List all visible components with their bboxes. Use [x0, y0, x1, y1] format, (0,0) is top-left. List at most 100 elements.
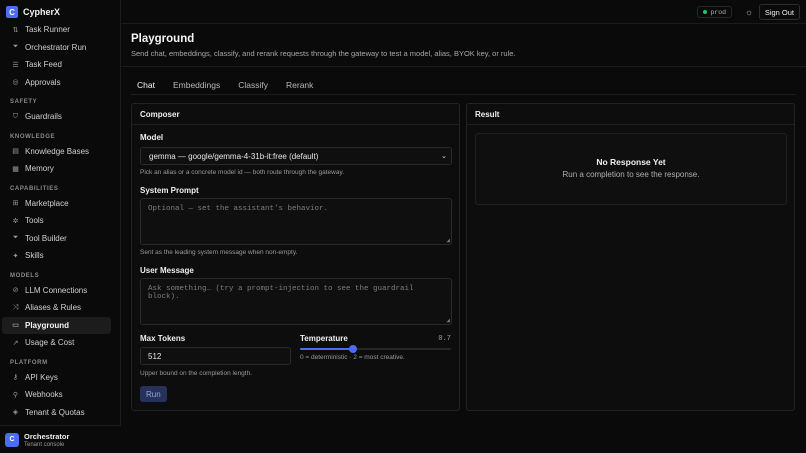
- temperature-slider[interactable]: [300, 345, 451, 353]
- system-prompt-placeholder: Optional — set the assistant's behavior.: [148, 205, 329, 213]
- sidebar-item-playground[interactable]: ▭ Playground: [2, 316, 111, 334]
- model-help: Pick an alias or a concrete model id — b…: [140, 169, 345, 176]
- temperature-slider-thumb[interactable]: [348, 345, 357, 353]
- result-empty-state: No Response Yet Run a completion to see …: [475, 133, 787, 205]
- status-dot-icon: [703, 10, 708, 14]
- sidebar-item-memory[interactable]: ▦ Memory: [2, 160, 111, 178]
- page-subtitle: Send chat, embeddings, classify, and rer…: [131, 49, 516, 58]
- chat-icon: ▭: [12, 322, 19, 330]
- database-icon: ▦: [12, 165, 19, 173]
- sidebar-item-label: Orchestrator Run: [25, 42, 87, 52]
- user-message-input[interactable]: Ask something… (try a prompt-injection t…: [140, 278, 452, 325]
- tab-chat[interactable]: Chat: [131, 75, 161, 95]
- tab-rerank[interactable]: Rerank: [280, 75, 319, 95]
- system-prompt-label: System Prompt: [140, 186, 199, 195]
- sidebar-item-label: Approvals: [25, 77, 61, 87]
- user-message-label: User Message: [140, 266, 194, 275]
- resize-handle-icon[interactable]: ◢: [446, 317, 450, 324]
- main-content: Playground Send chat, embeddings, classi…: [121, 24, 806, 453]
- system-prompt-input[interactable]: Optional — set the assistant's behavior.…: [140, 198, 452, 245]
- sidebar-item-label: Tenant & Quotas: [25, 407, 85, 417]
- sidebar-item-marketplace[interactable]: ⊞ Marketplace: [2, 195, 111, 213]
- queue-icon: ⇅: [12, 26, 19, 34]
- max-tokens-input[interactable]: 512: [140, 347, 291, 365]
- resize-handle-icon[interactable]: ◢: [446, 237, 450, 244]
- sidebar-item-label: Aliases & Rules: [25, 303, 82, 313]
- composer-title: Composer: [140, 110, 180, 119]
- sidebar-item-label: Marketplace: [25, 198, 69, 208]
- chart-icon: ↗: [12, 339, 19, 347]
- model-label: Model: [140, 133, 164, 142]
- composer-card: Composer Model gemma — google/gemma-4-31…: [131, 103, 460, 411]
- model-select[interactable]: gemma — google/gemma-4-31b-it:free (defa…: [140, 147, 452, 165]
- sidebar-item-label: Tool Builder: [25, 233, 67, 243]
- gear-icon: ✲: [12, 217, 19, 225]
- temperature-value: 0.7: [438, 335, 451, 343]
- header-divider: [121, 66, 806, 67]
- list-icon: ☰: [12, 61, 19, 69]
- empty-state-subtitle: Run a completion to see the response.: [562, 170, 700, 179]
- max-tokens-label: Max Tokens: [140, 334, 186, 343]
- environment-badge: prod: [697, 6, 732, 18]
- tab-classify[interactable]: Classify: [232, 75, 274, 95]
- shield-icon: ⛉: [12, 112, 19, 120]
- sidebar-item-skills[interactable]: ✦ Skills: [2, 247, 111, 265]
- result-divider: [467, 124, 794, 125]
- sidebar-item-webhooks[interactable]: ⚲ Webhooks: [2, 386, 111, 404]
- grid-icon: ⊞: [12, 200, 19, 208]
- shuffle-icon: ⤨: [12, 303, 19, 311]
- sidebar-item-label: Task Feed: [25, 60, 62, 70]
- temperature-label: Temperature: [300, 334, 348, 343]
- sidebar-item-aliases-rules[interactable]: ⤨ Aliases & Rules: [2, 299, 111, 317]
- sidebar-item-llm-connections[interactable]: ⊘ LLM Connections: [2, 282, 111, 300]
- sidebar-item-tenant-quotas[interactable]: ◈ Tenant & Quotas: [2, 404, 111, 422]
- sidebar-item-tools[interactable]: ✲ Tools: [2, 212, 111, 230]
- sidebar-item-api-keys[interactable]: ⚷ API Keys: [2, 369, 111, 387]
- user-name: Orchestrator: [24, 431, 70, 441]
- sidebar-item-task-runner[interactable]: ⇅ Task Runner: [2, 21, 111, 39]
- sidebar-item-label: LLM Connections: [25, 285, 88, 295]
- sidebar-item-orchestrator-run[interactable]: ⏷ Orchestrator Run: [2, 39, 111, 57]
- tabs-divider: [131, 94, 796, 95]
- sidebar-item-usage-cost[interactable]: ↗ Usage & Cost: [2, 334, 111, 352]
- temperature-slider-fill: [300, 348, 353, 350]
- user-message-placeholder: Ask something… (try a prompt-injection t…: [148, 285, 414, 301]
- sidebar-item-task-feed[interactable]: ☰ Task Feed: [2, 56, 111, 74]
- sidebar-nav: ⇅ Task Runner ⏷ Orchestrator Run ☰ Task …: [0, 21, 121, 424]
- user-subtitle: Tenant console: [24, 441, 65, 448]
- sidebar-item-label: Task Runner: [25, 25, 70, 35]
- sidebar-item-audit-log[interactable]: ▣ Audit Log: [2, 421, 111, 424]
- sidebar-section-safety: SAFETY: [10, 99, 38, 105]
- max-tokens-help: Upper bound on the completion length.: [140, 370, 253, 377]
- topbar: prod ☼ Sign Out: [121, 0, 806, 24]
- tab-embeddings[interactable]: Embeddings: [167, 75, 226, 95]
- temperature-help: 0 = deterministic · 2 = most creative.: [300, 354, 405, 361]
- sidebar-item-label: Guardrails: [25, 112, 62, 122]
- tab-bar: Chat Embeddings Classify Rerank: [131, 75, 325, 95]
- sidebar-item-label: Skills: [25, 251, 44, 261]
- brand-name: CypherX: [23, 7, 61, 17]
- sun-icon[interactable]: ☼: [742, 5, 756, 19]
- sidebar-section-platform: PLATFORM: [10, 359, 48, 366]
- result-title: Result: [475, 110, 500, 119]
- sidebar-item-label: Playground: [25, 320, 70, 330]
- user-menu[interactable]: C Orchestrator Tenant console: [0, 425, 121, 453]
- sidebar-section-knowledge: KNOWLEDGE: [10, 133, 56, 140]
- webhook-icon: ⚲: [12, 391, 19, 399]
- chevron-down-icon: ⌄: [441, 153, 447, 160]
- funnel-icon: ⏷: [12, 234, 19, 242]
- page-title: Playground: [131, 33, 195, 45]
- sidebar-item-knowledge-bases[interactable]: ▤ Knowledge Bases: [2, 143, 111, 161]
- run-button[interactable]: Run: [140, 386, 167, 402]
- brand-logo: C: [6, 6, 18, 18]
- sidebar-item-guardrails[interactable]: ⛉ Guardrails: [2, 108, 111, 126]
- check-circle-icon: ◎: [12, 79, 19, 87]
- result-card: Result No Response Yet Run a completion …: [466, 103, 795, 411]
- filter-icon: ⏷: [12, 43, 19, 51]
- avatar: C: [5, 432, 19, 447]
- composer-divider: [132, 124, 459, 125]
- sign-out-button[interactable]: Sign Out: [758, 4, 800, 20]
- sidebar-item-approvals[interactable]: ◎ Approvals: [2, 74, 111, 92]
- model-select-value: gemma — google/gemma-4-31b-it:free (defa…: [149, 151, 319, 161]
- sidebar-item-tool-builder[interactable]: ⏷ Tool Builder: [2, 230, 111, 248]
